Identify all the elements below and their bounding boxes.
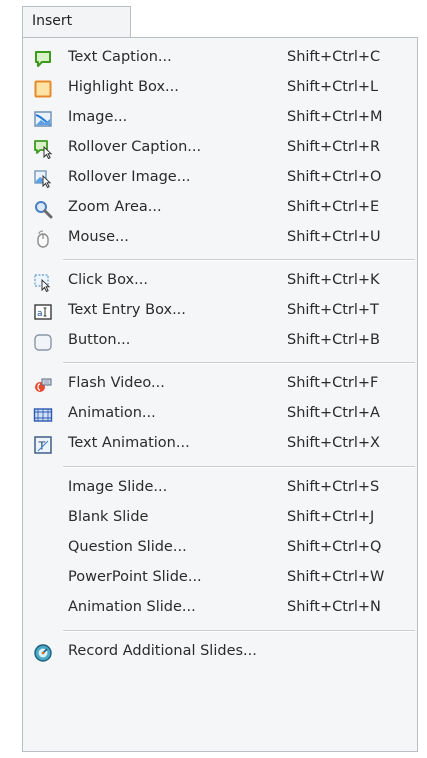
menu-separator (63, 362, 415, 364)
text-entry-box-icon: a (33, 302, 53, 322)
highlight-box-icon (33, 79, 53, 99)
menu-item-powerpoint-slide[interactable]: PowerPoint Slide... Shift+Ctrl+W (23, 564, 417, 594)
menu-separator (63, 259, 415, 261)
menu-bar-insert[interactable]: Insert (22, 6, 131, 38)
menu-separator (63, 466, 415, 468)
menu-item-blank-slide[interactable]: Blank Slide Shift+Ctrl+J (23, 504, 417, 534)
rollover-image-icon (33, 169, 53, 189)
menu-item-record-additional-slides[interactable]: Record Additional Slides... (23, 638, 417, 668)
menu-item-click-box[interactable]: Click Box... Shift+Ctrl+K (23, 267, 417, 297)
menu-item-animation-slide[interactable]: Animation Slide... Shift+Ctrl+N (23, 594, 417, 624)
insert-dropdown: Text Caption... Shift+Ctrl+C Highlight B… (22, 37, 418, 752)
menu-item-image[interactable]: Image... Shift+Ctrl+M (23, 104, 417, 134)
menu-item-rollover-image[interactable]: Rollover Image... Shift+Ctrl+O (23, 164, 417, 194)
menu-item-text-entry-box[interactable]: a Text Entry Box... Shift+Ctrl+T (23, 297, 417, 327)
menu-title: Insert (32, 13, 73, 29)
menu-item-button[interactable]: Button... Shift+Ctrl+B (23, 327, 417, 357)
insert-menu-screen: Insert Text Caption... Shift+Ctrl+C High… (0, 0, 427, 758)
text-animation-icon: T (33, 435, 53, 455)
rollover-caption-icon (33, 139, 53, 159)
click-box-icon (33, 272, 53, 292)
menu-item-mouse[interactable]: Mouse... Shift+Ctrl+U (23, 224, 417, 254)
menu-item-highlight-box[interactable]: Highlight Box... Shift+Ctrl+L (23, 74, 417, 104)
menu-item-animation[interactable]: Animation... Shift+Ctrl+A (23, 400, 417, 430)
menu-item-rollover-caption[interactable]: Rollover Caption... Shift+Ctrl+R (23, 134, 417, 164)
svg-text:a: a (37, 309, 43, 319)
menu-item-text-caption[interactable]: Text Caption... Shift+Ctrl+C (23, 44, 417, 74)
animation-icon (33, 405, 53, 425)
mouse-icon (33, 229, 53, 249)
menu-item-flash-video[interactable]: Flash Video... Shift+Ctrl+F (23, 370, 417, 400)
menu-item-question-slide[interactable]: Question Slide... Shift+Ctrl+Q (23, 534, 417, 564)
zoom-area-icon (33, 199, 53, 219)
menu-separator (63, 630, 415, 632)
flash-video-icon (33, 375, 53, 395)
record-icon (33, 643, 53, 663)
menu-item-image-slide[interactable]: Image Slide... Shift+Ctrl+S (23, 474, 417, 504)
text-caption-icon (33, 49, 53, 69)
menu-item-text-animation[interactable]: T Text Animation... Shift+Ctrl+X (23, 430, 417, 460)
menu-item-zoom-area[interactable]: Zoom Area... Shift+Ctrl+E (23, 194, 417, 224)
button-icon (33, 332, 53, 352)
image-icon (33, 109, 53, 129)
